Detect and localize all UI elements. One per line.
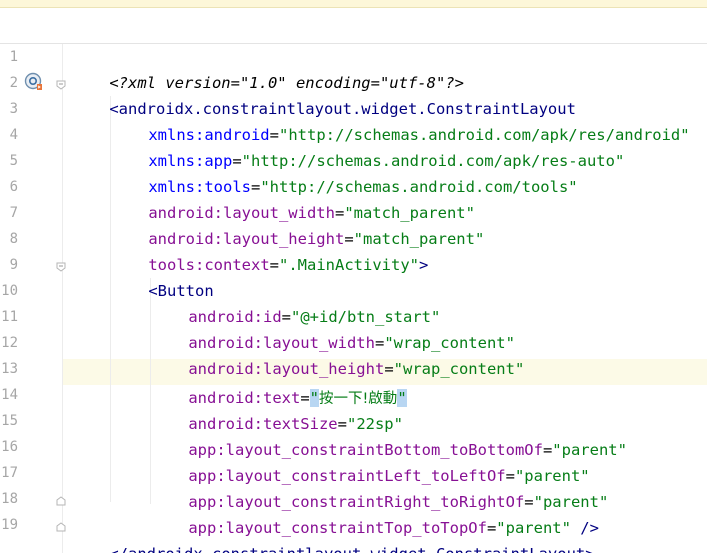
code-line-3[interactable]: xmlns:android="http://schemas.android.co… [111, 96, 689, 144]
code-line-6[interactable]: android:layout_width="match_parent" [111, 174, 475, 222]
code-line-5[interactable]: xmlns:tools="http://schemas.android.com/… [111, 148, 577, 196]
tag-close-bracket: > [585, 545, 594, 553]
code-line-8[interactable]: tools:context=".MainActivity"> [111, 226, 428, 274]
equals-sign: = [269, 256, 279, 274]
line-number: 10 [1, 283, 18, 299]
code-line-16[interactable]: app:layout_constraintLeft_toLeftOf="pare… [151, 437, 589, 485]
code-line-14[interactable]: android:textSize="22sp" [151, 385, 403, 433]
line-number: 3 [9, 101, 18, 117]
code-line-7[interactable]: android:layout_height="match_parent" [111, 200, 484, 248]
line-number: 6 [9, 179, 18, 195]
line-number: 15 [1, 413, 18, 429]
code-line-2[interactable]: <androidx.constraintlayout.widget.Constr… [72, 70, 576, 118]
code-line-19[interactable]: </androidx.constraintlayout.widget.Const… [72, 515, 594, 553]
line-number: 17 [1, 465, 18, 481]
attribute-name: context [204, 256, 270, 274]
code-editor-window: 1 2 3 4 5 6 7 8 9 10 11 12 13 14 15 16 1… [0, 0, 707, 553]
code-line-9[interactable]: <Button [111, 252, 213, 300]
gutter-divider [62, 44, 63, 553]
code-line-15[interactable]: app:layout_constraintBottom_toBottomOf="… [151, 411, 627, 459]
tag-close-bracket: > [418, 256, 429, 274]
line-number: 11 [1, 309, 18, 325]
line-number: 14 [1, 387, 18, 403]
line-number: 7 [9, 205, 18, 221]
line-number: 5 [9, 153, 18, 169]
code-line-10[interactable]: android:id="@+id/btn_start" [151, 278, 440, 326]
tag-name: androidx.constraintlayout.widget.Constra… [128, 545, 585, 553]
fold-marker-icon[interactable] [56, 80, 66, 90]
code-line-4[interactable]: xmlns:app="http://schemas.android.com/ap… [111, 122, 624, 170]
attribute-value: ".MainActivity" [279, 256, 419, 274]
line-number: 12 [1, 335, 18, 351]
code-line-13[interactable]: android:text="按一下!啟動" [151, 359, 407, 407]
notification-banner [0, 0, 707, 8]
fold-end-icon[interactable] [56, 522, 66, 532]
line-number: 1 [9, 49, 18, 65]
line-number: 16 [1, 439, 18, 455]
editor-tab-strip [0, 8, 707, 43]
fold-end-icon[interactable] [56, 496, 66, 506]
line-number: 4 [9, 127, 18, 143]
fold-marker-icon[interactable] [56, 262, 66, 272]
compose-preview-icon[interactable] [24, 72, 44, 92]
code-line-17[interactable]: app:layout_constraintRight_toRightOf="pa… [151, 463, 608, 511]
line-number: 18 [1, 491, 18, 507]
code-line-18[interactable]: app:layout_constraintTop_toTopOf="parent… [151, 489, 599, 537]
line-number: 2 [9, 75, 18, 91]
line-number: 13 [1, 361, 18, 377]
attribute-value: "wrap_content" [393, 360, 525, 378]
line-number: 9 [9, 257, 18, 273]
line-number: 19 [1, 517, 18, 533]
tag-open-bracket: </ [109, 545, 128, 553]
code-line-12[interactable]: android:layout_height="wrap_content" [151, 330, 524, 378]
code-line-11[interactable]: android:layout_width="wrap_content" [151, 304, 515, 352]
line-number: 8 [9, 231, 18, 247]
line-number-gutter[interactable]: 1 2 3 4 5 6 7 8 9 10 11 12 13 14 15 16 1… [0, 44, 62, 553]
code-line-1[interactable]: <?xml version="1.0" encoding="utf-8"?> [72, 44, 464, 92]
